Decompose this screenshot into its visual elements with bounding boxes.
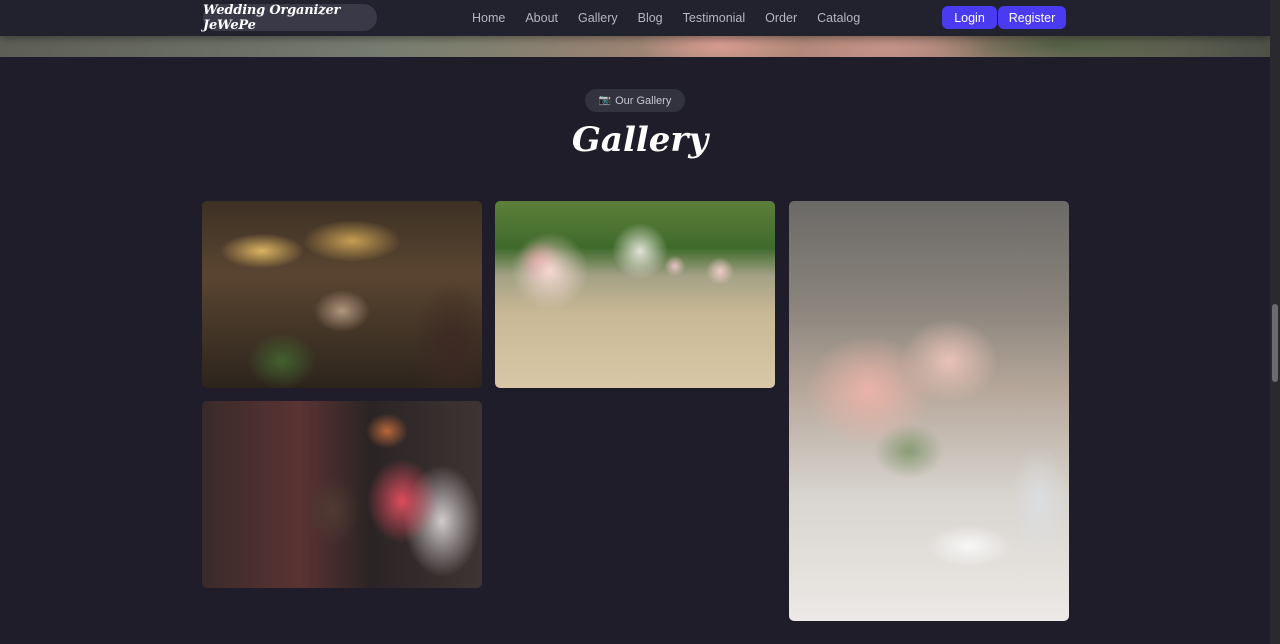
nav-link-order[interactable]: Order [765,11,797,25]
gallery-badge: 📷 Our Gallery [585,89,685,112]
login-button[interactable]: Login [942,6,997,29]
nav-link-about[interactable]: About [525,11,558,25]
nav-link-blog[interactable]: Blog [638,11,663,25]
camera-icon: 📷 [598,95,612,106]
scrollbar-thumb[interactable] [1272,304,1278,382]
gallery-title: Gallery [571,120,709,160]
navbar: Wedding Organizer JeWePe Home About Gall… [0,0,1270,36]
gallery-photo-toast[interactable] [202,201,482,388]
gallery-photo-table[interactable] [789,201,1069,621]
gallery-photo-couple[interactable] [202,401,482,588]
nav-link-home[interactable]: Home [472,11,505,25]
gallery-photo-aisle[interactable] [495,201,775,388]
register-button[interactable]: Register [998,6,1066,29]
nav-link-testimonial[interactable]: Testimonial [683,11,746,25]
brand-logo[interactable]: Wedding Organizer JeWePe [203,3,377,33]
gallery-badge-label: Our Gallery [615,94,672,107]
nav-link-gallery[interactable]: Gallery [578,11,618,25]
nav-links: Home About Gallery Blog Testimonial Orde… [462,0,870,36]
nav-link-catalog[interactable]: Catalog [817,11,860,25]
page-scrollbar[interactable] [1270,0,1280,644]
